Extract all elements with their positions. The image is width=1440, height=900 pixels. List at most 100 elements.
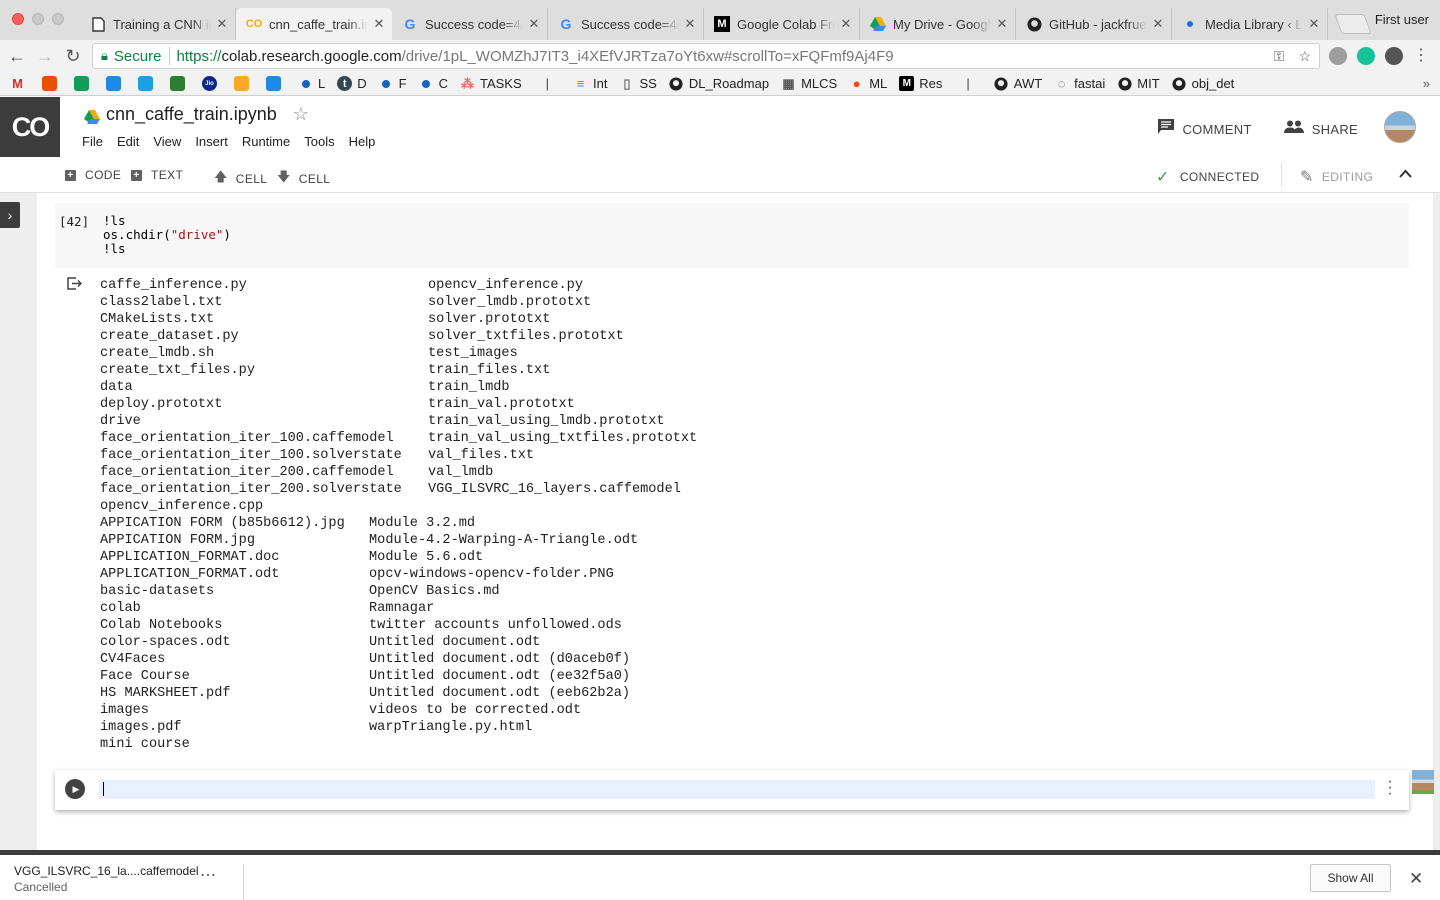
close-tab-icon[interactable]: ✕ (683, 16, 697, 32)
empty-code-cell[interactable]: ▶ · · · (55, 770, 1409, 810)
runtime-status[interactable]: ✓ CONNECTED (1156, 167, 1259, 187)
show-all-button[interactable]: Show All (1310, 864, 1391, 892)
editing-mode-button[interactable]: ✎ EDITING (1300, 167, 1373, 187)
code-editor[interactable]: !ls os.chdir("drive") !ls (103, 214, 231, 256)
menu-tools[interactable]: Tools (304, 134, 334, 149)
browser-tab[interactable]: Media Library ‹ Le ✕ (1172, 8, 1328, 40)
run-cell-icon[interactable]: ▶ (65, 779, 85, 799)
bookmark-item[interactable]: L (298, 76, 325, 91)
output-clear-icon[interactable] (67, 277, 83, 293)
add-text-cell-button[interactable]: + TEXT (131, 168, 183, 182)
bookmark-item[interactable]: Jio (202, 76, 222, 91)
jio-icon: Jio (202, 76, 217, 91)
profile-name[interactable]: First user (1375, 12, 1429, 27)
cell-menu-icon[interactable]: · · · (1385, 774, 1395, 802)
bookmark-item[interactable] (170, 76, 190, 91)
chevron-right-icon[interactable]: › (0, 202, 20, 228)
secure-label: Secure (113, 47, 162, 65)
avatar[interactable] (1384, 111, 1416, 143)
bookmark-star-icon[interactable]: ☆ (1298, 48, 1311, 65)
share-button[interactable]: SHARE (1283, 120, 1358, 138)
close-tab-icon[interactable]: ✕ (995, 16, 1009, 32)
browser-tab[interactable]: M Google Colab Fre ✕ (704, 8, 860, 40)
forward-arrow-icon[interactable]: → (34, 45, 56, 67)
close-tab-icon[interactable]: ✕ (372, 16, 386, 32)
grammarly-icon[interactable] (1357, 47, 1375, 65)
bookmark-item[interactable]: C (419, 76, 448, 91)
notebook-title[interactable]: cnn_caffe_train.ipynb (106, 104, 277, 125)
close-window-button[interactable] (12, 13, 24, 25)
star-icon[interactable]: ☆ (293, 104, 309, 125)
bookmark-item[interactable]: MIT (1117, 76, 1160, 91)
extension-icon-1[interactable] (1329, 47, 1347, 65)
output-filename: face_orientation_iter_100.caffemodel (100, 431, 394, 446)
close-tab-icon[interactable]: ✕ (215, 16, 229, 32)
browser-tab[interactable]: G Success code=4/ ✕ (548, 8, 704, 40)
chevron-up-icon[interactable] (1399, 165, 1412, 182)
close-tab-icon[interactable]: ✕ (1151, 16, 1165, 32)
menu-insert[interactable]: Insert (195, 134, 228, 149)
close-tab-icon[interactable]: ✕ (527, 16, 541, 32)
reload-icon[interactable]: ↻ (62, 45, 84, 67)
menu-view[interactable]: View (153, 134, 181, 149)
bookmark-item[interactable] (74, 76, 94, 91)
close-tab-icon[interactable]: ✕ (1307, 16, 1321, 32)
code-line: os.chdir("drive") (103, 228, 231, 242)
menu-runtime[interactable]: Runtime (242, 134, 290, 149)
browser-menu-icon[interactable]: ⋮ (1410, 45, 1432, 67)
output-line: data train_lmdb (100, 379, 697, 396)
code-cell[interactable] (55, 203, 1409, 268)
bookmark-item[interactable]: obj_det (1172, 76, 1234, 91)
extension-owl-icon[interactable] (1385, 47, 1403, 65)
move-cell-down-button[interactable]: 🡇 CELL (277, 168, 330, 190)
colab-logo[interactable]: CO (0, 97, 60, 157)
bookmark-item[interactable]: AWT (994, 76, 1042, 91)
menu-help[interactable]: Help (349, 134, 376, 149)
browser-tab[interactable]: G Success code=4/ ✕ (392, 8, 548, 40)
bookmark-item[interactable]: ▯ SS (620, 76, 656, 92)
bookmark-item[interactable]: ● ML (849, 76, 888, 91)
bookmark-item[interactable] (106, 76, 126, 91)
bookmarks-overflow-icon[interactable]: » (1423, 76, 1430, 91)
browser-tab[interactable]: Training a CNN in ✕ (80, 8, 236, 40)
output-filename: drive (100, 414, 141, 429)
code-input[interactable] (99, 780, 1375, 799)
bookmark-item[interactable]: F (379, 76, 407, 91)
bookmark-item[interactable]: M Res (899, 76, 942, 91)
output-line: deploy.prototxt train_val.prototxt (100, 396, 697, 413)
bookmark-item[interactable]: DL_Roadmap (669, 76, 769, 91)
output-filename: images (100, 703, 149, 718)
bookmark-item[interactable] (234, 76, 254, 91)
output-line: caffe_inference.py opencv_inference.py (100, 277, 697, 294)
back-arrow-icon[interactable]: ← (6, 45, 28, 67)
move-cell-up-button[interactable]: 🡅 CELL (214, 168, 267, 190)
comment-button[interactable]: COMMENT (1158, 119, 1251, 139)
bookmark-item[interactable] (42, 76, 62, 91)
more-horizontal-icon[interactable]: ⋯ (200, 865, 216, 885)
bookmark-item[interactable]: M (10, 76, 30, 91)
add-code-cell-button[interactable]: + CODE (65, 168, 121, 182)
minimize-window-button[interactable] (32, 13, 44, 25)
output-filename: Module-4.2-Warping-A-Triangle.odt (369, 533, 639, 548)
bookmark-item[interactable]: ≡ Int (573, 76, 608, 91)
bookmark-item[interactable]: ⁂ TASKS (460, 76, 522, 92)
browser-tab[interactable]: My Drive - Google ✕ (860, 8, 1016, 40)
bookmark-item[interactable]: tD (337, 76, 367, 91)
key-icon[interactable]: ⚿ (1274, 48, 1285, 65)
bookmark-item[interactable]: ◌ fastai (1054, 76, 1105, 91)
new-tab-button[interactable] (1334, 14, 1372, 34)
menu-edit[interactable]: Edit (117, 134, 139, 149)
close-tab-icon[interactable]: ✕ (839, 16, 853, 32)
close-icon[interactable]: ✕ (1409, 869, 1423, 889)
browser-tab[interactable]: GitHub - jackfrue ✕ (1016, 8, 1172, 40)
notebook-area: › [42] !ls os.chdir("drive") !ls caffe_i… (0, 193, 1440, 850)
address-bar[interactable]: 🔒︎ Secure https:// colab.research.google… (92, 43, 1320, 69)
menu-file[interactable]: File (82, 134, 103, 149)
browser-tab-active[interactable]: CO cnn_caffe_train.ip ✕ (236, 8, 392, 40)
maximize-window-button[interactable] (52, 13, 64, 25)
output-filename: Colab Notebooks (100, 618, 223, 633)
bookmark-item[interactable] (266, 76, 286, 91)
bookmark-icon-4 (170, 76, 185, 91)
bookmark-item[interactable] (138, 76, 158, 91)
bookmark-item[interactable]: ▦ MLCS (781, 76, 837, 92)
